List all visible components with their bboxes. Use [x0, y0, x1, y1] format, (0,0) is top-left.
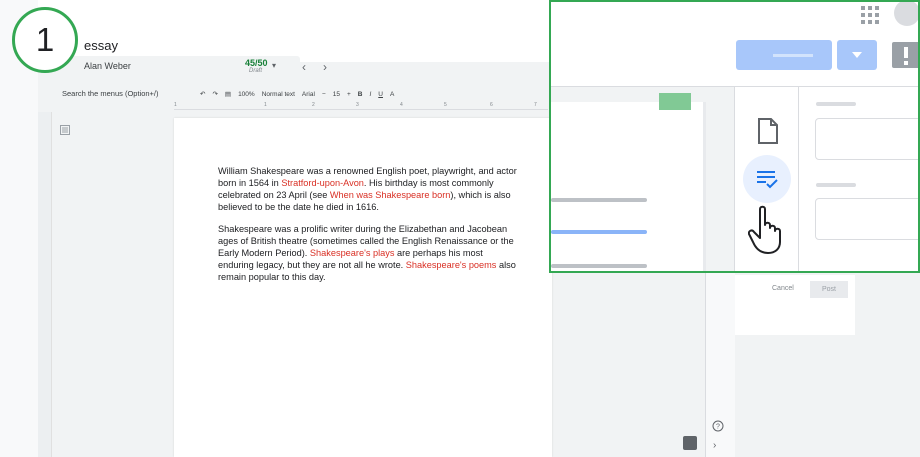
- student-dropdown-icon[interactable]: ▾: [272, 61, 276, 70]
- ruler-tick: 6: [490, 102, 493, 108]
- report-icon[interactable]: [892, 42, 918, 68]
- chevron-down-icon: [852, 52, 862, 58]
- rubric-icon: [757, 171, 778, 189]
- font-size-increase[interactable]: +: [347, 91, 351, 98]
- callout-grade-fields: [799, 87, 918, 271]
- stratford-link[interactable]: Stratford-upon-Avon: [281, 178, 364, 188]
- callout-scrollbar[interactable]: [703, 102, 706, 271]
- post-button[interactable]: Post: [810, 281, 848, 298]
- callout-text-line: [551, 264, 647, 268]
- when-born-link[interactable]: When was Shakespeare born: [330, 190, 451, 200]
- ruler-tick: 4: [400, 102, 403, 108]
- grade-value: 45/50: [245, 58, 268, 68]
- ruler-tick: 5: [444, 102, 447, 108]
- font-size-decrease[interactable]: −: [322, 91, 326, 98]
- account-icon[interactable]: [894, 2, 918, 26]
- previous-student-button[interactable]: ‹: [302, 60, 306, 74]
- callout-doc-page: [551, 102, 706, 271]
- print-icon[interactable]: ▤: [225, 90, 231, 98]
- zoom-callout: [549, 0, 920, 273]
- ruler-tick: 7: [534, 102, 537, 108]
- text-color-button[interactable]: A: [390, 91, 394, 98]
- help-icon[interactable]: ?: [712, 420, 724, 432]
- search-menus-input[interactable]: Search the menus (Option+/): [62, 89, 159, 98]
- underline-button[interactable]: U: [378, 91, 383, 98]
- bold-button[interactable]: B: [358, 91, 363, 98]
- grade-status: Draft: [249, 68, 263, 74]
- grade-input-field[interactable]: [815, 118, 918, 160]
- ruler-tick: 1: [174, 102, 177, 108]
- collapse-panel-icon[interactable]: ›: [713, 440, 716, 451]
- zoom-select[interactable]: 100%: [238, 91, 255, 98]
- hand-cursor-icon: [748, 205, 781, 254]
- ruler-tick: 3: [356, 102, 359, 108]
- field-label-placeholder: [816, 183, 856, 187]
- apps-icon[interactable]: [861, 6, 879, 24]
- return-button-label-placeholder: [773, 54, 813, 57]
- cancel-button[interactable]: Cancel: [772, 285, 794, 292]
- outline-icon[interactable]: [60, 125, 70, 135]
- svg-text:?: ?: [716, 424, 720, 431]
- font-select[interactable]: Arial: [302, 91, 315, 98]
- poems-link[interactable]: Shakespeare's poems: [406, 260, 497, 270]
- callout-green-highlight: [659, 93, 691, 110]
- italic-button[interactable]: I: [369, 91, 371, 98]
- exclamation-icon: [904, 47, 908, 65]
- paragraph-1: William Shakespeare was a renowned Engli…: [218, 165, 518, 213]
- ruler-tick: 2: [312, 102, 315, 108]
- callout-selected-line: [551, 230, 647, 234]
- ruler: 1 1 2 3 4 5 6 7: [174, 102, 548, 110]
- undo-icon[interactable]: ↶: [200, 90, 205, 98]
- next-student-button[interactable]: ›: [323, 60, 327, 74]
- document-title: essay: [84, 38, 118, 53]
- step-number-badge: 1: [12, 7, 78, 73]
- plays-link[interactable]: Shakespeare's plays: [310, 248, 395, 258]
- student-name: Alan Weber: [84, 61, 131, 71]
- formatting-toolbar: ↶ ↷ ▤ 100% Normal text Arial − 15 + B I …: [200, 89, 550, 99]
- return-dropdown-button[interactable]: [837, 40, 877, 70]
- add-comment-icon[interactable]: [683, 436, 697, 450]
- file-icon[interactable]: [757, 118, 779, 144]
- student-selector[interactable]: Alan Weber 45/50 Draft: [70, 56, 300, 78]
- redo-icon[interactable]: ↷: [212, 90, 217, 98]
- callout-text-line: [551, 198, 647, 202]
- field-label-placeholder: [816, 102, 856, 106]
- ruler-tick: 1: [264, 102, 267, 108]
- font-size-value[interactable]: 15: [333, 91, 340, 98]
- style-select[interactable]: Normal text: [262, 91, 295, 98]
- vertical-ruler: [38, 112, 52, 457]
- comment-input-field[interactable]: [815, 198, 918, 240]
- paragraph-2: Shakespeare was a prolific writer during…: [218, 223, 518, 283]
